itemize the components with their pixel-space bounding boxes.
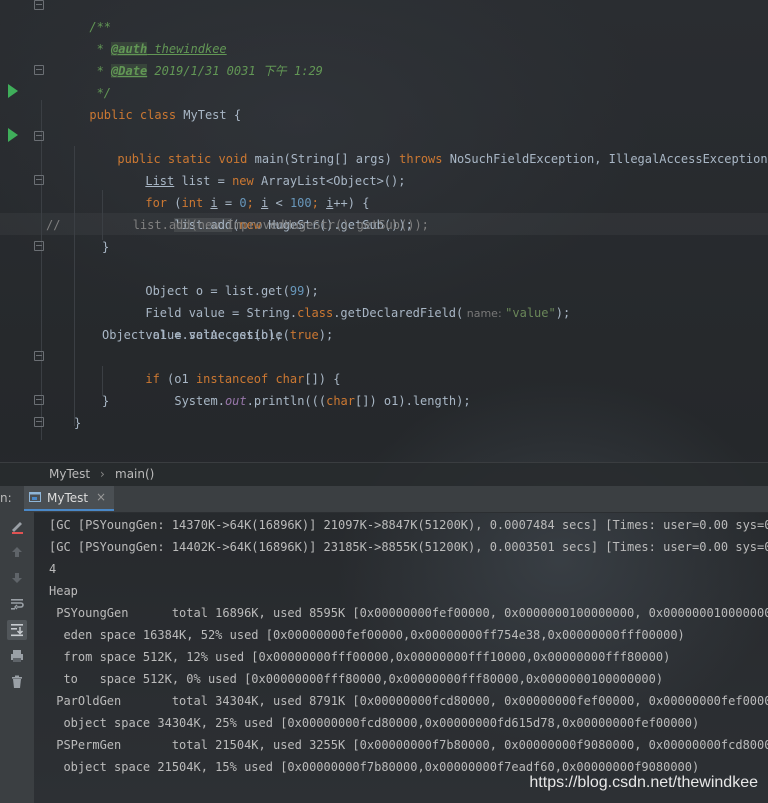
fold-marker[interactable] <box>34 351 44 361</box>
fold-marker[interactable] <box>34 241 44 251</box>
trash-icon[interactable] <box>9 674 25 690</box>
fold-marker[interactable] <box>34 0 44 10</box>
run-class-icon[interactable] <box>8 84 18 98</box>
console-line: Heap <box>49 584 78 598</box>
print-icon[interactable] <box>9 648 25 664</box>
code-line: // list.add(new ImprovedHugeStr().getSub… <box>46 218 429 232</box>
console-line: object space 34304K, 25% used [0x0000000… <box>49 716 700 730</box>
code-line: /** <box>89 20 112 34</box>
console-line: from space 512K, 12% used [0x00000000fff… <box>49 650 671 664</box>
breadcrumb-class[interactable]: MyTest <box>49 467 90 481</box>
application-icon <box>29 491 41 503</box>
down-arrow-icon[interactable] <box>9 570 25 586</box>
fold-marker[interactable] <box>34 417 44 427</box>
parameter-hint: name: <box>463 307 506 320</box>
code-line: } <box>102 394 110 408</box>
console-line: 4 <box>49 562 57 576</box>
code-line: * @auth thewindkee <box>89 42 227 56</box>
console-output[interactable]: [GC [PSYoungGen: 14370K->64K(16896K)] 21… <box>34 512 768 803</box>
code-line: if (o1 instanceof char[]) { <box>145 372 341 386</box>
close-tab-icon[interactable]: × <box>96 490 106 504</box>
code-line: Field value = String.class.getDeclaredFi… <box>145 306 571 320</box>
breadcrumb-separator: › <box>100 467 105 481</box>
code-line: public class MyTest { <box>89 108 242 122</box>
code-line: } <box>102 240 110 254</box>
scroll-to-end-icon[interactable] <box>7 620 27 640</box>
up-arrow-icon[interactable] <box>9 544 25 560</box>
code-line: List list = new ArrayList<Object>(); <box>145 174 406 188</box>
run-panel-label: n: <box>0 491 12 505</box>
ide-window: /** * @auth thewindkee * @Date 2019/1/31… <box>0 0 768 803</box>
code-line: Object o = list.get(99); <box>145 284 319 298</box>
code-line: for (int i = 0; i < 100; i++) { <box>145 196 370 210</box>
fold-marker[interactable] <box>34 395 44 405</box>
code-line: Object o1 = value.get(o); <box>102 328 283 342</box>
indent-guide <box>41 100 42 440</box>
breadcrumb-method[interactable]: main() <box>115 467 154 481</box>
tab-mytest[interactable]: MyTest × <box>24 486 114 511</box>
console-toolbar <box>0 512 34 803</box>
breadcrumb: MyTest › main() <box>0 462 768 487</box>
console-line: eden space 16384K, 52% used [0x00000000f… <box>49 628 685 642</box>
code-line: list.add(new HugeStr().getSub()); <box>174 218 413 232</box>
fold-marker[interactable] <box>34 175 44 185</box>
code-line: */ <box>89 86 112 100</box>
code-line: value.setAccessible(true); <box>145 328 334 342</box>
console-line: ParOldGen total 34304K, used 8791K [0x00… <box>49 694 768 708</box>
code-line: * @Date 2019/1/31 0031 下午 1:29 <box>89 64 323 78</box>
code-line: } <box>74 416 82 430</box>
code-line: System.out.println(((char[]) o1).length)… <box>174 394 471 408</box>
watermark: https://blog.csdn.net/thewindkee <box>529 774 758 791</box>
soft-wrap-icon[interactable] <box>9 596 25 612</box>
code-line: public static void main(String[] args) t… <box>117 152 768 166</box>
clear-icon[interactable] <box>9 518 25 534</box>
run-tool-window-header: n: MyTest × <box>0 486 768 513</box>
run-main-icon[interactable] <box>8 128 18 142</box>
code-editor[interactable]: /** * @auth thewindkee * @Date 2019/1/31… <box>0 0 768 460</box>
console-line: PSPermGen total 21504K, used 3255K [0x00… <box>49 738 768 752</box>
tab-label: MyTest <box>47 491 89 505</box>
console-line: [GC [PSYoungGen: 14370K->64K(16896K)] 21… <box>49 518 768 532</box>
console-line: PSYoungGen total 16896K, used 8595K [0x0… <box>49 606 768 620</box>
fold-marker[interactable] <box>34 65 44 75</box>
console-line: to space 512K, 0% used [0x00000000fff800… <box>49 672 664 686</box>
fold-marker[interactable] <box>34 131 44 141</box>
console-line: [GC [PSYoungGen: 14402K->64K(16896K)] 23… <box>49 540 768 554</box>
